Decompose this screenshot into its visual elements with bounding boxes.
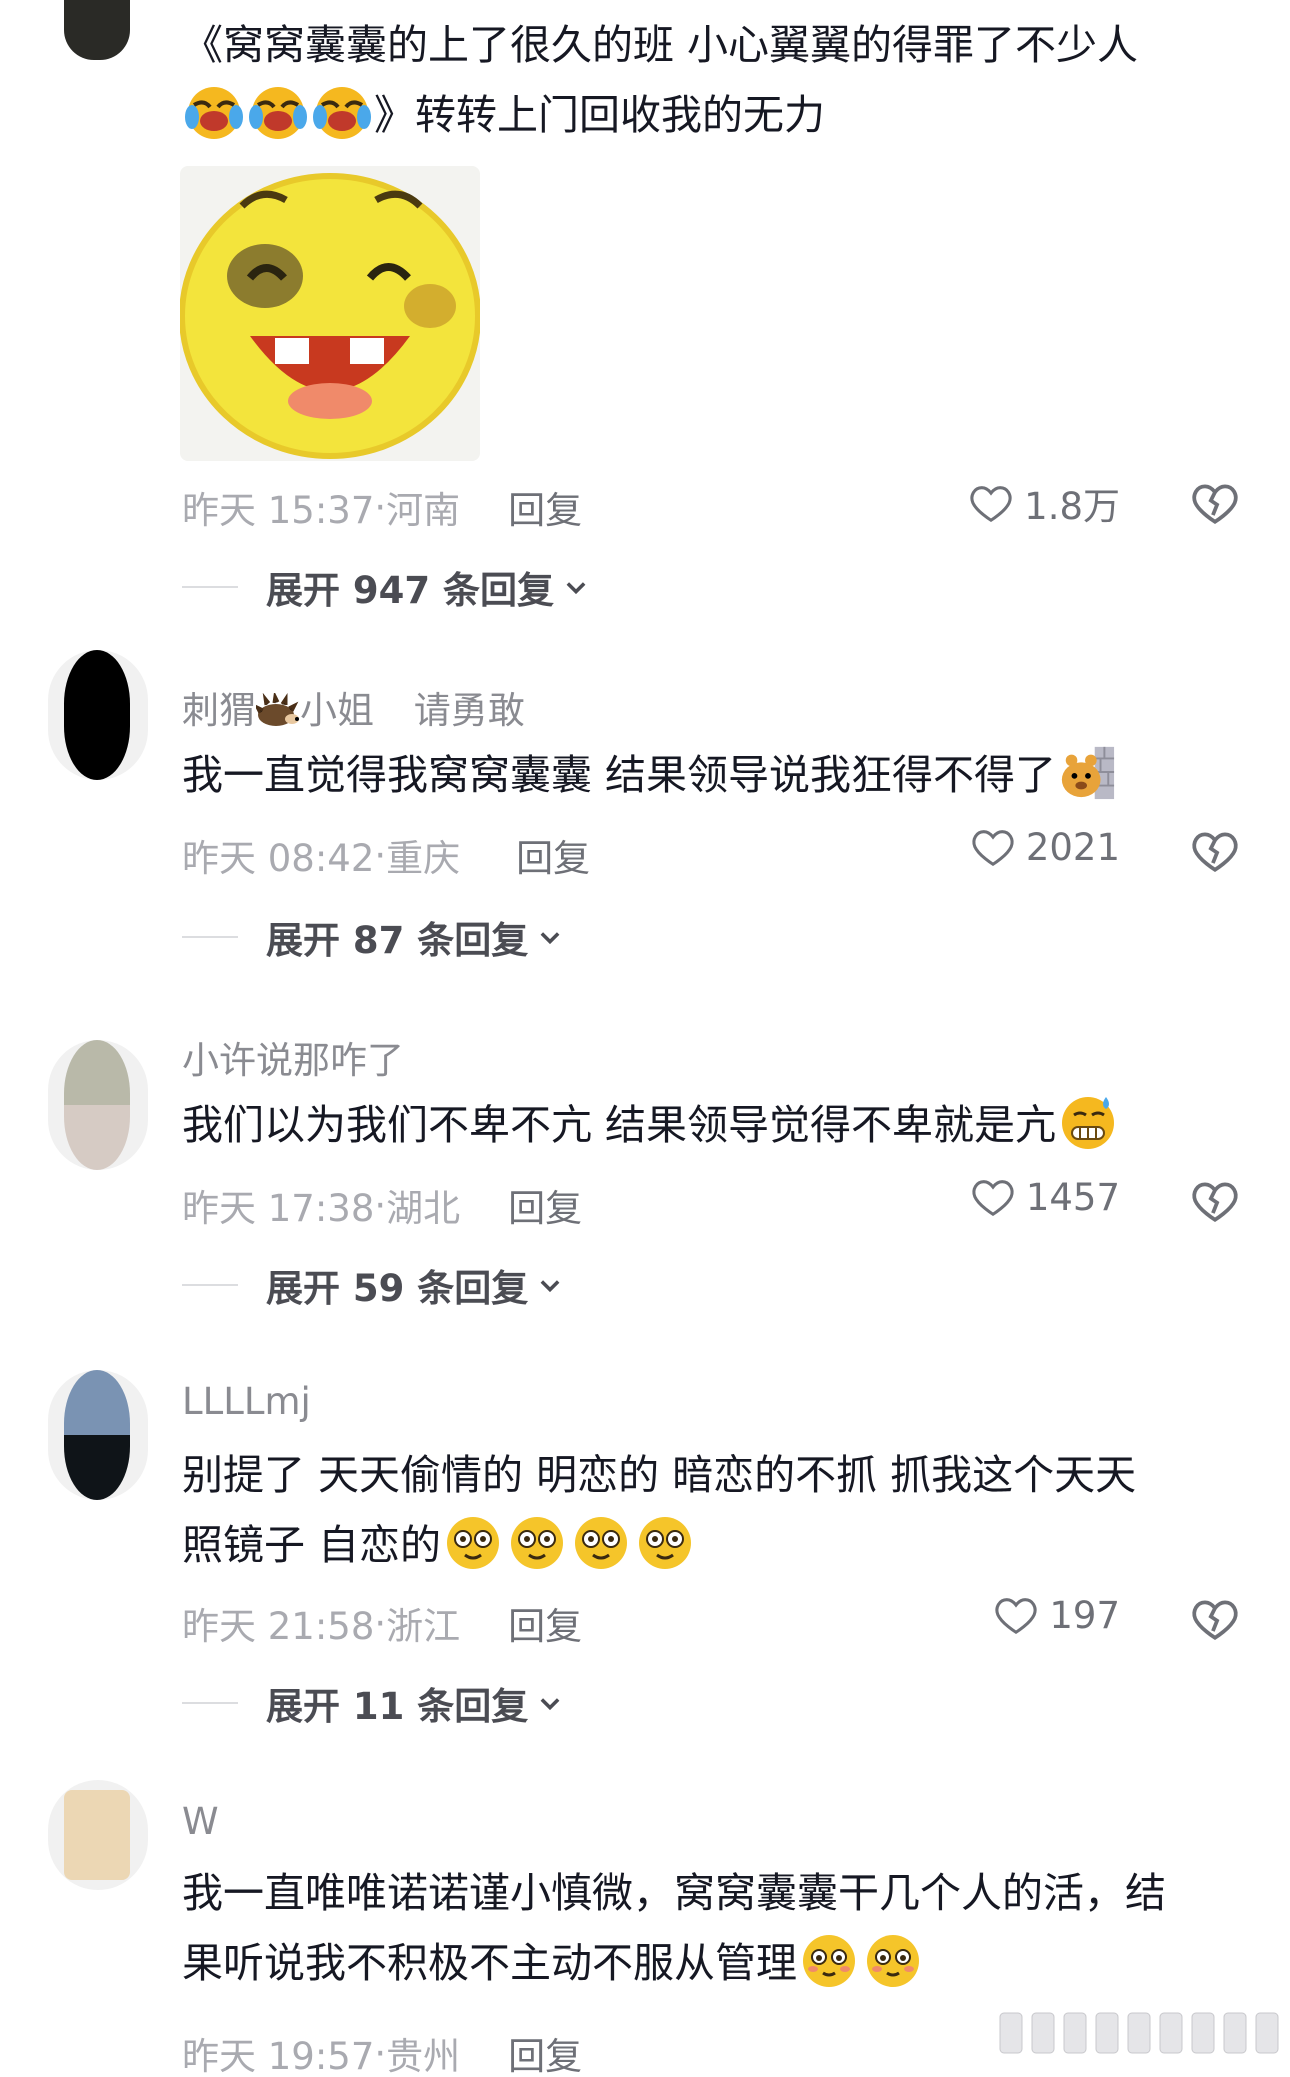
avatar[interactable] [64, 1370, 130, 1500]
weibo-watermark-icon [999, 2012, 1279, 2054]
comment-text: 《窝窝囊囊的上了很久的班 小心翼翼的得罪了不少人 》转转上门回收我的无力 [182, 10, 1242, 150]
chevron-down-icon [540, 932, 560, 945]
dog-peeking-wall-emoji-icon [1061, 746, 1115, 800]
crying-laughing-emoji-icon [185, 87, 243, 139]
comment-username[interactable]: 小许说那咋了 [182, 1030, 404, 1084]
heart-icon [972, 830, 1014, 867]
comment-text-line: 》转转上门回收我的无力 [374, 91, 825, 139]
comment-text: 别提了 天天偷情的 明恋的 暗恋的不抓 抓我这个天天 照镜子 自恋的 [182, 1451, 1137, 1569]
comment-location: 河南 [386, 489, 461, 532]
expand-replies-button[interactable]: 展开 87 条回复 [182, 910, 564, 964]
expand-replies-button[interactable]: 展开 11 条回复 [182, 1676, 564, 1730]
comment-meta: 昨天 19:57 · 贵州 回复 [182, 2026, 582, 2077]
comment-text-line: 《窝窝囊囊的上了很久的班 小心翼翼的得罪了不少人 [182, 21, 1139, 69]
broken-heart-icon[interactable] [1190, 1594, 1240, 1644]
grimacing-sweat-emoji-icon [1062, 1097, 1115, 1149]
comment-time: 昨天 15:37 [182, 489, 375, 532]
avatar[interactable] [64, 1790, 130, 1880]
comment-text: 我一直觉得我窝窝囊囊 结果领导说我狂得不得了 [182, 740, 1242, 810]
smiley-sticker-image[interactable] [180, 166, 480, 461]
expand-replies-label: 展开 87 条回复 [266, 919, 529, 962]
like-count: 1457 [1025, 1175, 1120, 1219]
comment-text: 我们以为我们不卑不亢 结果领导觉得不卑就是亢 [182, 1090, 1242, 1160]
crying-laughing-emoji-icon [249, 87, 307, 139]
like-count: 1.8万 [1024, 485, 1120, 528]
like-count: 197 [1049, 1593, 1120, 1637]
dizzy-eyes-emoji-icon [639, 1517, 692, 1569]
expand-replies-button[interactable]: 展开 59 条回复 [182, 1258, 564, 1312]
avatar[interactable] [64, 1040, 130, 1170]
reply-button[interactable]: 回复 [508, 1178, 582, 1232]
comment-meta: 昨天 08:42 · 重庆 回复 [182, 828, 590, 882]
divider [182, 1702, 238, 1704]
comment-username[interactable]: LLLLmj [182, 1380, 311, 1423]
comment-meta: 昨天 15:37 · 河南 回复 [182, 480, 582, 534]
reply-button[interactable]: 回复 [508, 1596, 582, 1650]
heart-icon [970, 486, 1012, 523]
broken-heart-icon[interactable] [1190, 1176, 1240, 1226]
bruised-smiley-icon [180, 173, 480, 459]
divider [182, 1284, 238, 1286]
divider [182, 586, 238, 588]
heart-icon [995, 1598, 1037, 1635]
broken-heart-icon[interactable] [1190, 478, 1240, 528]
reply-button[interactable]: 回复 [516, 828, 590, 882]
like-button[interactable]: 1457 [970, 1174, 1120, 1220]
hedgehog-icon [253, 691, 299, 726]
dizzy-eyes-emoji-icon [575, 1517, 628, 1569]
chevron-down-icon [540, 1280, 560, 1293]
dizzy-eyes-emoji-icon [447, 1517, 500, 1569]
reply-button[interactable]: 回复 [508, 2026, 582, 2077]
blushing-smile-emoji-icon [867, 1935, 919, 1987]
comment-username[interactable]: 刺猬 小姐 请勇敢 [182, 680, 525, 734]
like-button[interactable]: 197 [993, 1592, 1120, 1638]
chevron-down-icon [540, 1698, 560, 1711]
broken-heart-icon[interactable] [1190, 826, 1240, 876]
like-button[interactable]: 1.8万 [968, 476, 1120, 530]
expand-replies-label: 展开 59 条回复 [266, 1267, 529, 1310]
expand-replies-label: 展开 11 条回复 [266, 1685, 529, 1728]
avatar[interactable] [64, 0, 130, 60]
blushing-smile-emoji-icon [803, 1935, 855, 1987]
heart-icon [972, 1180, 1014, 1217]
comment-meta: 昨天 21:58 · 浙江 回复 [182, 1596, 582, 1650]
expand-replies-button[interactable]: 展开 947 条回复 [182, 560, 590, 614]
comment-text: 我一直唯唯诺诺谨小慎微，窝窝囊囊干几个人的活，结 果听说我不积极不主动不服从管理 [182, 1869, 1166, 1987]
divider [182, 936, 238, 938]
comment-username[interactable]: W [182, 1800, 219, 1843]
avatar[interactable] [64, 650, 130, 780]
dizzy-eyes-emoji-icon [511, 1517, 564, 1569]
like-button[interactable]: 2021 [970, 824, 1120, 870]
like-count: 2021 [1025, 825, 1120, 869]
crying-laughing-emoji-icon [313, 87, 371, 139]
reply-button[interactable]: 回复 [508, 480, 582, 534]
username-extra: 请勇敢 [413, 689, 525, 732]
chevron-down-icon [566, 582, 586, 595]
expand-replies-label: 展开 947 条回复 [266, 569, 554, 612]
comment-meta: 昨天 17:38 · 湖北 回复 [182, 1178, 582, 1232]
